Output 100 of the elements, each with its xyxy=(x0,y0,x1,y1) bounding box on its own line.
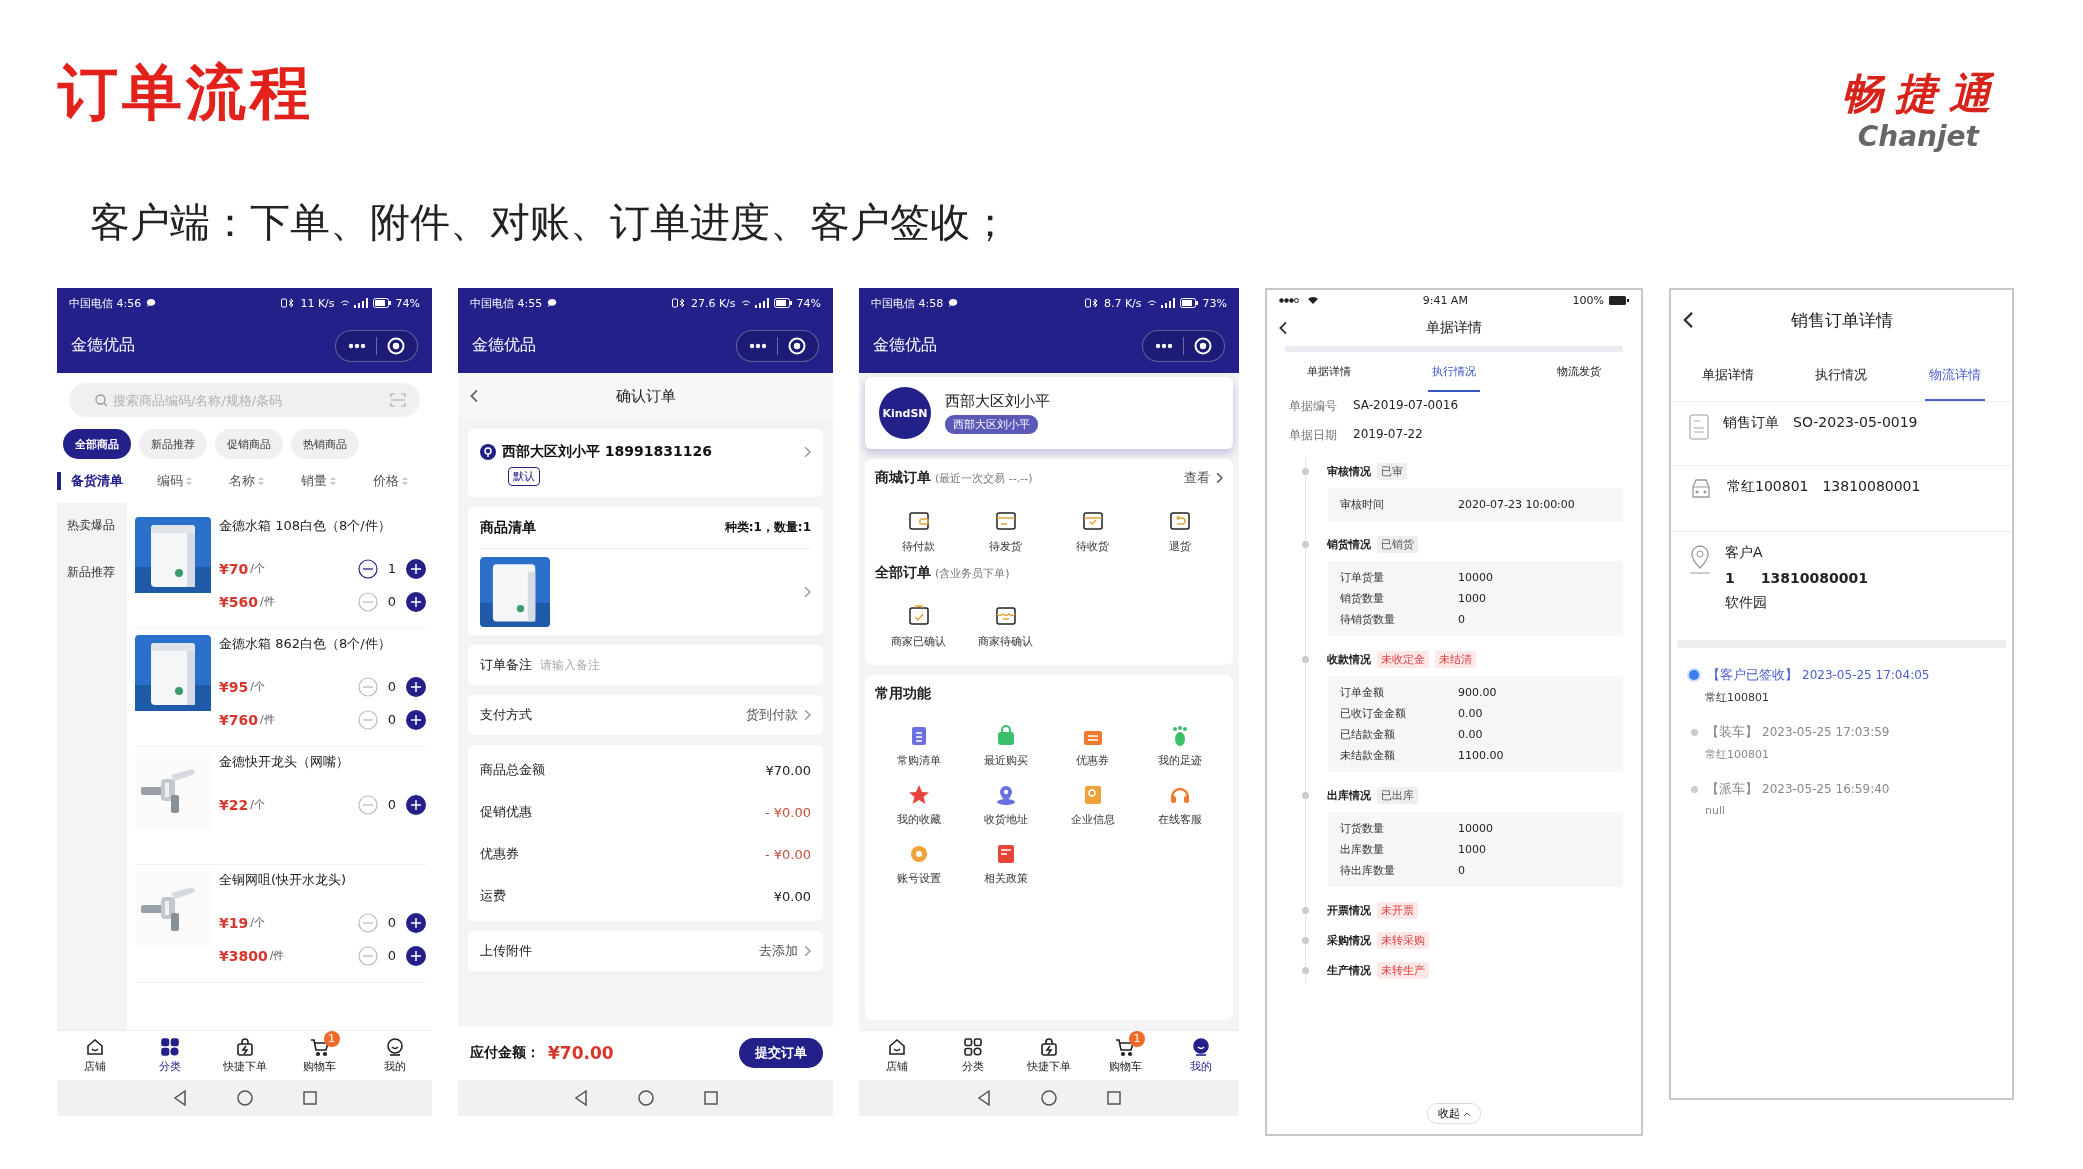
increase-button[interactable] xyxy=(406,591,426,612)
back-button[interactable] xyxy=(172,1090,187,1106)
back-button[interactable] xyxy=(1683,311,1694,329)
feature-item[interactable]: 企业信息 xyxy=(1049,784,1136,827)
close-button[interactable] xyxy=(777,336,806,355)
tab-bar-item[interactable]: 分类 xyxy=(132,1031,207,1080)
slide-title: 订单流程 xyxy=(58,56,314,128)
detail-value: 10000 xyxy=(1458,822,1493,835)
order-status-item[interactable]: 待收货 xyxy=(1049,509,1136,554)
order-status-item[interactable]: 待付款 xyxy=(875,509,962,554)
increase-button[interactable] xyxy=(406,558,426,579)
recents-button[interactable] xyxy=(703,1091,718,1105)
search-field[interactable]: 搜索商品编码/名称/规格/条码 xyxy=(69,383,420,417)
feature-item[interactable]: 我的收藏 xyxy=(875,784,962,827)
order-status-item[interactable]: 商家待确认 xyxy=(962,604,1049,649)
remark-field[interactable]: 订单备注 请输入备注 xyxy=(468,645,823,685)
tab-bar-item[interactable]: 店铺 xyxy=(57,1031,132,1080)
sort-icon xyxy=(258,476,265,486)
category-item[interactable]: 热卖爆品 xyxy=(57,517,127,534)
payment-label: 支付方式 xyxy=(480,706,532,724)
increase-button[interactable] xyxy=(406,945,426,966)
more-button[interactable] xyxy=(348,342,366,349)
home-button[interactable] xyxy=(236,1090,253,1106)
tab[interactable]: 执行情况 xyxy=(1428,352,1480,392)
submit-order-button[interactable]: 提交订单 xyxy=(739,1038,823,1068)
timeline-dot xyxy=(1302,467,1309,475)
more-button[interactable] xyxy=(1155,342,1173,349)
sort-button[interactable]: 编码 xyxy=(139,472,211,490)
filter-chip[interactable]: 热销商品 xyxy=(291,429,359,459)
event-name: 【客户已签收】 xyxy=(1707,666,1798,684)
price-unit: /件 xyxy=(259,712,275,727)
event-name: 【派车】 xyxy=(1706,780,1758,798)
tab[interactable]: 物流详情 xyxy=(1925,350,1986,401)
view-link[interactable]: 查看 xyxy=(1183,469,1223,487)
increase-button[interactable] xyxy=(406,676,426,697)
detail-label: 已收订金金额 xyxy=(1340,706,1407,721)
close-button[interactable] xyxy=(376,336,405,355)
tab[interactable]: 物流发货 xyxy=(1552,352,1605,392)
order-status-item[interactable]: 退货 xyxy=(1136,509,1223,554)
square-recents-icon xyxy=(302,1091,317,1105)
back-button[interactable] xyxy=(977,1090,991,1106)
tab[interactable]: 单据详情 xyxy=(1697,350,1758,401)
collapse-button[interactable]: 收起 xyxy=(1427,1103,1481,1124)
category-item[interactable]: 新品推荐 xyxy=(57,564,127,581)
tab-bar-item[interactable]: 购物车 1 xyxy=(1087,1031,1163,1080)
tab-bar-item[interactable]: 我的 xyxy=(357,1031,432,1080)
feature-item[interactable]: 最近购买 xyxy=(962,725,1049,768)
sort-button[interactable]: 价格 xyxy=(354,472,426,490)
tab-bar-item[interactable]: 分类 xyxy=(935,1031,1011,1080)
increase-button[interactable] xyxy=(406,794,426,815)
feature-item[interactable]: 我的足迹 xyxy=(1136,725,1223,768)
home-button[interactable] xyxy=(1041,1090,1057,1106)
address-card[interactable]: 西部大区刘小平 18991831126 默认 xyxy=(468,429,823,497)
back-button[interactable] xyxy=(470,389,479,403)
location-pin-icon xyxy=(1689,544,1711,574)
feature-item[interactable]: 在线客服 xyxy=(1136,784,1223,827)
filter-chip[interactable]: 新品推荐 xyxy=(139,429,207,459)
price-unit: /个 xyxy=(250,915,265,930)
recents-button[interactable] xyxy=(1107,1091,1121,1105)
filter-chip[interactable]: 全部商品 xyxy=(63,429,131,459)
tab[interactable]: 执行情况 xyxy=(1811,350,1872,401)
amount-label: 运费 xyxy=(480,887,506,905)
increase-button[interactable] xyxy=(406,912,426,933)
home-button[interactable] xyxy=(637,1090,654,1106)
order-status-item[interactable]: 待发货 xyxy=(962,509,1049,554)
payment-method-link[interactable]: 货到付款 xyxy=(745,706,811,724)
tab-bar-item[interactable]: 快捷下单 xyxy=(207,1031,282,1080)
sort-icon xyxy=(186,476,193,486)
plus-icon xyxy=(406,794,426,815)
add-attachment-link[interactable]: 去添加 xyxy=(758,942,811,960)
list-title: 备货清单 xyxy=(57,472,139,490)
feature-item[interactable]: 常购清单 xyxy=(875,725,962,768)
back-button[interactable] xyxy=(1279,321,1288,335)
feature-item[interactable]: 账号设置 xyxy=(875,843,962,886)
sort-button[interactable]: 销量 xyxy=(282,472,355,490)
tab-bar-item[interactable]: 我的 xyxy=(1163,1031,1239,1080)
product-name: 全铜网咀(快开水龙头) xyxy=(219,871,348,889)
order-status-item[interactable]: 商家已确认 xyxy=(875,604,962,649)
tab-bar-item[interactable]: 购物车 1 xyxy=(282,1031,357,1080)
back-button[interactable] xyxy=(573,1090,588,1106)
feature-item[interactable]: 相关政策 xyxy=(962,843,1049,886)
more-button[interactable] xyxy=(749,342,767,349)
tab-bar-item[interactable]: 店铺 xyxy=(859,1031,935,1080)
tab-bar-item[interactable]: 快捷下单 xyxy=(1011,1031,1087,1080)
increase-button[interactable] xyxy=(406,709,426,730)
feature-item[interactable]: 优惠券 xyxy=(1049,725,1136,768)
house-icon xyxy=(84,1037,105,1057)
product-name: 金德快开龙头（网嘴） xyxy=(219,753,350,771)
circle-home-icon xyxy=(1041,1090,1057,1106)
recents-button[interactable] xyxy=(302,1091,317,1105)
decrease-button[interactable] xyxy=(358,558,378,579)
sort-button[interactable]: 名称 xyxy=(210,472,283,490)
feature-item[interactable]: 收货地址 xyxy=(962,784,1049,827)
tab[interactable]: 单据详情 xyxy=(1303,352,1356,392)
filter-chip[interactable]: 促销商品 xyxy=(215,429,283,459)
user-name: 西部大区刘小平 xyxy=(945,392,1050,411)
detail-value: 10000 xyxy=(1458,571,1493,584)
minus-icon xyxy=(358,558,378,579)
chevron-left-icon xyxy=(1279,321,1288,335)
close-button[interactable] xyxy=(1183,336,1212,355)
